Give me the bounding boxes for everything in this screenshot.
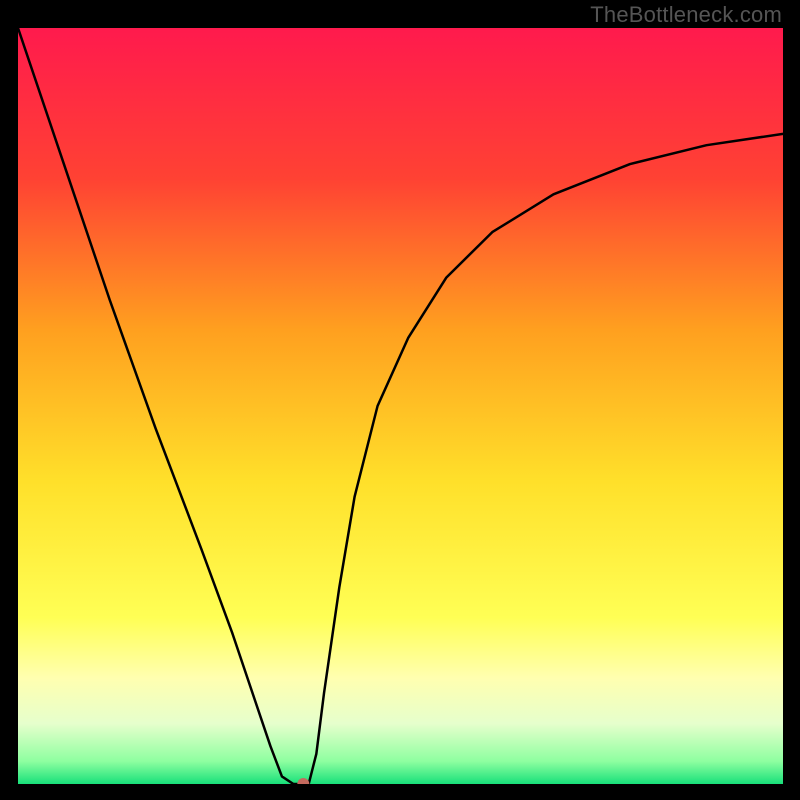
gradient-background (18, 28, 783, 784)
chart-frame: TheBottleneck.com (0, 0, 800, 800)
chart-svg (18, 28, 783, 784)
watermark-text: TheBottleneck.com (590, 2, 782, 28)
plot-area (18, 28, 783, 784)
